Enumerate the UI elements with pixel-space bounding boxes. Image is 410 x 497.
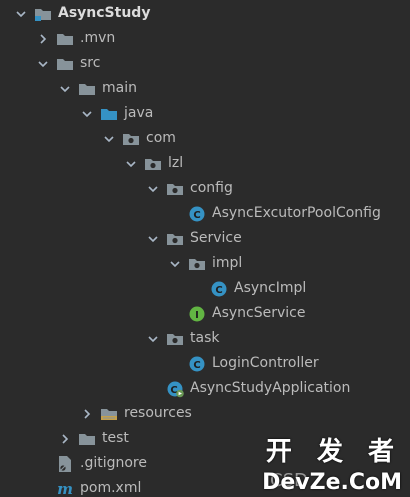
folder-label: java xyxy=(124,105,154,121)
chevron-down-icon[interactable] xyxy=(56,80,74,98)
svg-text:C: C xyxy=(193,360,200,371)
package-icon xyxy=(166,230,184,248)
gitignore-file-icon xyxy=(56,455,74,473)
interface-label: AsyncService xyxy=(212,305,306,321)
tree-row-async-service[interactable]: I AsyncService xyxy=(0,301,410,326)
chevron-right-icon[interactable] xyxy=(56,430,74,448)
tree-row-gitignore[interactable]: .gitignore xyxy=(0,451,410,476)
package-icon xyxy=(144,155,162,173)
chevron-down-icon[interactable] xyxy=(144,330,162,348)
chevron-right-icon[interactable] xyxy=(78,405,96,423)
class-label: AsyncStudyApplication xyxy=(190,380,351,396)
tree-row-com[interactable]: com xyxy=(0,126,410,151)
chevron-down-icon[interactable] xyxy=(34,55,52,73)
project-name: AsyncStudy xyxy=(58,5,151,21)
tree-row-mvn[interactable]: .mvn xyxy=(0,26,410,51)
tree-row-project[interactable]: AsyncStudy xyxy=(0,1,410,26)
project-tree: AsyncStudy .mvn src main java com lzl co… xyxy=(0,0,410,497)
tree-row-resources[interactable]: resources xyxy=(0,401,410,426)
package-label: Service xyxy=(190,230,242,246)
svg-text:m: m xyxy=(57,480,73,497)
package-icon xyxy=(188,255,206,273)
tree-row-lzl[interactable]: lzl xyxy=(0,151,410,176)
package-icon xyxy=(122,130,140,148)
package-label: com xyxy=(146,130,176,146)
tree-row-java[interactable]: java xyxy=(0,101,410,126)
tree-row-login-controller[interactable]: C LoginController xyxy=(0,351,410,376)
tree-row-service[interactable]: Service xyxy=(0,226,410,251)
maven-icon: m xyxy=(56,480,74,497)
class-label: AsyncExcutorPoolConfig xyxy=(212,205,381,221)
svg-text:C: C xyxy=(215,285,222,296)
folder-label: main xyxy=(102,80,137,96)
chevron-down-icon[interactable] xyxy=(144,180,162,198)
file-label: .gitignore xyxy=(80,455,147,471)
package-label: config xyxy=(190,180,233,196)
package-label: task xyxy=(190,330,220,346)
class-label: AsyncImpl xyxy=(234,280,307,296)
folder-label: test xyxy=(102,430,129,446)
chevron-down-icon[interactable] xyxy=(100,130,118,148)
tree-row-src[interactable]: src xyxy=(0,51,410,76)
tree-row-main[interactable]: main xyxy=(0,76,410,101)
source-folder-icon xyxy=(100,105,118,123)
interface-icon: I xyxy=(188,305,206,323)
folder-label: .mvn xyxy=(80,30,116,46)
class-icon: C xyxy=(210,280,228,298)
resources-folder-icon xyxy=(100,405,118,423)
chevron-down-icon[interactable] xyxy=(78,105,96,123)
class-icon: C xyxy=(188,205,206,223)
folder-icon xyxy=(56,55,74,73)
package-icon xyxy=(166,180,184,198)
package-icon xyxy=(166,330,184,348)
chevron-down-icon[interactable] xyxy=(122,155,140,173)
spring-boot-application-icon: C xyxy=(166,380,184,398)
chevron-down-icon[interactable] xyxy=(12,5,30,23)
tree-row-application[interactable]: C AsyncStudyApplication xyxy=(0,376,410,401)
chevron-down-icon[interactable] xyxy=(166,255,184,273)
tree-row-config[interactable]: config xyxy=(0,176,410,201)
class-label: LoginController xyxy=(212,355,319,371)
tree-row-impl[interactable]: impl xyxy=(0,251,410,276)
folder-icon xyxy=(78,430,96,448)
tree-row-test[interactable]: test xyxy=(0,426,410,451)
tree-row-task[interactable]: task xyxy=(0,326,410,351)
tree-row-async-impl[interactable]: C AsyncImpl xyxy=(0,276,410,301)
tree-row-pool-config[interactable]: C AsyncExcutorPoolConfig xyxy=(0,201,410,226)
svg-text:C: C xyxy=(193,210,200,221)
folder-label: resources xyxy=(124,405,192,421)
chevron-right-icon[interactable] xyxy=(34,30,52,48)
folder-icon xyxy=(78,80,96,98)
package-label: impl xyxy=(212,255,243,271)
file-label: pom.xml xyxy=(80,480,142,496)
chevron-down-icon[interactable] xyxy=(144,230,162,248)
svg-text:I: I xyxy=(195,310,199,321)
tree-row-pom[interactable]: m pom.xml xyxy=(0,476,410,497)
package-label: lzl xyxy=(168,155,184,171)
folder-label: src xyxy=(80,55,101,71)
folder-icon xyxy=(34,5,52,23)
class-icon: C xyxy=(188,355,206,373)
folder-icon xyxy=(56,30,74,48)
